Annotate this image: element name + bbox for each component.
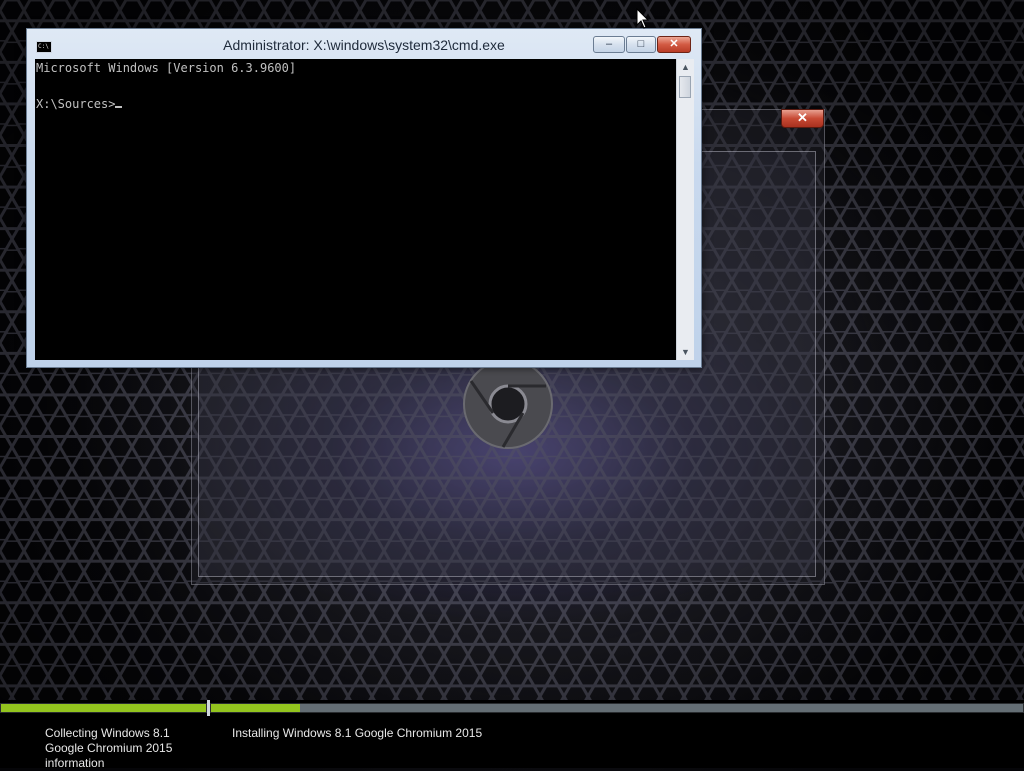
- console-output[interactable]: Microsoft Windows [Version 6.3.9600] ​ X:\…: [35, 59, 676, 360]
- maximize-button[interactable]: □: [626, 36, 656, 53]
- mouse-pointer-icon: [636, 8, 650, 29]
- console-prompt: X:\Sources>: [36, 97, 116, 111]
- progress-fill: [211, 704, 301, 712]
- cmd-titlebar[interactable]: C:\ Administrator: X:\windows\system32\c…: [27, 29, 701, 59]
- console-line: ​: [36, 77, 676, 95]
- step-label-installing: Installing Windows 8.1 Google Chromium 2…: [232, 726, 483, 740]
- scroll-thumb[interactable]: [679, 76, 691, 98]
- setup-close-button[interactable]: ✕: [781, 109, 824, 128]
- console-line: Microsoft Windows [Version 6.3.9600]: [36, 61, 297, 75]
- step-label-collecting: Collecting Windows 8.1 Google Chromium 2…: [45, 726, 173, 770]
- cmd-window[interactable]: C:\ Administrator: X:\windows\system32\c…: [26, 28, 702, 368]
- text-cursor: [115, 106, 123, 108]
- setup-progress-area: Collecting Windows 8.1 Google Chromium 2…: [0, 700, 1024, 770]
- console-prompt-line: X:\Sources>: [36, 95, 676, 113]
- scroll-up-arrow-icon[interactable]: ▲: [677, 60, 694, 74]
- progress-fill: [1, 704, 206, 712]
- scroll-down-arrow-icon[interactable]: ▼: [677, 345, 694, 359]
- minimize-button[interactable]: –: [593, 36, 625, 53]
- chromium-logo-icon: [463, 359, 553, 449]
- close-button[interactable]: ✕: [657, 36, 691, 53]
- vertical-scrollbar[interactable]: ▲ ▼: [676, 59, 694, 360]
- progress-bar-collecting: [0, 703, 207, 713]
- progress-bar-installing: [210, 703, 1024, 713]
